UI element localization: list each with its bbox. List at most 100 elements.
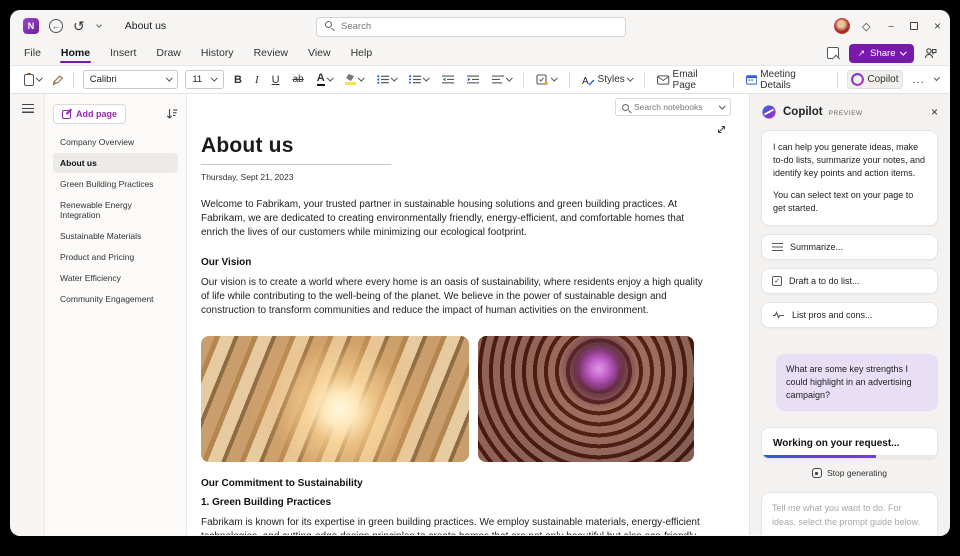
progress-fill	[762, 455, 876, 458]
copilot-intro-card: I can help you generate ideas, make to-d…	[761, 130, 938, 226]
menu-home[interactable]: Home	[60, 44, 91, 62]
vision-paragraph: Our vision is to create a world where ev…	[201, 276, 706, 319]
search-icon	[325, 21, 332, 28]
close-window-button[interactable]: ×	[934, 19, 941, 33]
page-item[interactable]: Product and Pricing	[53, 247, 178, 267]
copilot-input-card[interactable]: Tell me what you want to do. For ideas, …	[761, 492, 938, 536]
calendar-icon	[746, 74, 757, 85]
page-item[interactable]: Company Overview	[53, 132, 178, 152]
font-family-select[interactable]: Calibri	[83, 70, 179, 89]
search-input[interactable]	[316, 17, 626, 37]
working-status-card: Working on your request...	[761, 427, 938, 459]
close-copilot-icon[interactable]: ×	[931, 105, 938, 119]
sticky-note-icon[interactable]	[827, 47, 839, 59]
page-item-active[interactable]: About us	[53, 153, 178, 173]
premium-diamond-icon[interactable]: ◇	[862, 20, 870, 33]
menu-review[interactable]: Review	[253, 44, 289, 62]
paste-button[interactable]	[21, 72, 45, 88]
undo-icon[interactable]: ↺	[73, 18, 85, 35]
expand-page-icon[interactable]	[716, 124, 727, 135]
spiral-atrium-photo	[478, 336, 694, 462]
underline-button[interactable]: U	[269, 72, 283, 88]
email-page-button[interactable]: Email Page	[654, 67, 724, 93]
window-title: About us	[125, 20, 166, 32]
feedback-icon[interactable]	[924, 47, 937, 60]
working-status-text: Working on your request...	[773, 438, 926, 449]
chevron-down-icon	[900, 48, 906, 54]
page-editor[interactable]: About us Thursday, Sept 21, 2023 Welcome…	[187, 94, 749, 535]
chevron-down-icon	[719, 102, 725, 108]
copilot-ribbon-button[interactable]: Copilot	[847, 70, 902, 89]
summarize-icon	[772, 243, 783, 251]
page-list-sidebar: Add page Company Overview About us Green…	[45, 94, 187, 535]
intro-paragraph: Welcome to Fabrikam, your trusted partne…	[201, 198, 706, 241]
copilot-title: Copilot	[783, 106, 823, 118]
tag-button[interactable]	[533, 72, 560, 88]
titlebar: N ← ↺ About us ◇ – ×	[11, 11, 949, 41]
menu-file[interactable]: File	[23, 44, 42, 62]
page-item[interactable]: Renewable Energy Integration	[53, 195, 178, 225]
italic-button[interactable]: I	[252, 72, 262, 88]
commitment-paragraph: Fabrikam is known for its expertise in g…	[201, 516, 706, 535]
copilot-panel: Copilot PREVIEW × I can help you generat…	[749, 94, 949, 535]
menu-bar: File Home Insert Draw History Review Vie…	[11, 41, 949, 65]
page-item[interactable]: Water Efficiency	[53, 268, 178, 288]
bold-button[interactable]: B	[231, 72, 245, 88]
draft-todo-button[interactable]: ✓ Draft a to do list...	[761, 268, 938, 294]
menu-view[interactable]: View	[307, 44, 332, 62]
commitment-subheading: 1. Green Building Practices	[201, 497, 749, 508]
bullet-list-button[interactable]	[374, 73, 400, 86]
styles-button[interactable]: A Styles	[579, 72, 636, 88]
ribbon-overflow-button[interactable]: ...	[910, 72, 928, 88]
alignment-icon	[492, 75, 504, 84]
maximize-button[interactable]	[910, 22, 918, 30]
add-page-button[interactable]: Add page	[53, 104, 126, 124]
copilot-icon	[851, 73, 864, 86]
menu-draw[interactable]: Draw	[155, 44, 182, 62]
highlighter-button[interactable]	[342, 72, 367, 87]
share-button[interactable]: ↗ Share	[849, 44, 914, 63]
hamburger-menu-icon[interactable]	[22, 104, 34, 113]
notebook-search[interactable]	[615, 98, 731, 116]
minimize-button[interactable]: –	[888, 21, 894, 32]
svg-text:A: A	[582, 76, 589, 86]
numbered-list-icon	[409, 75, 421, 84]
envelope-icon	[657, 75, 669, 85]
add-page-icon	[62, 110, 71, 119]
page-item[interactable]: Sustainable Materials	[53, 226, 178, 246]
global-search[interactable]	[316, 16, 626, 36]
copilot-logo-icon	[761, 104, 777, 120]
copilot-input-placeholder: Tell me what you want to do. For ideas, …	[772, 502, 927, 529]
stop-generating-button[interactable]: Stop generating	[761, 468, 938, 478]
onenote-window: N ← ↺ About us ◇ – × File Home Insert Dr…	[10, 10, 950, 536]
share-icon: ↗	[858, 48, 866, 59]
numbered-list-button[interactable]	[406, 73, 432, 86]
undo-dropdown-icon[interactable]	[96, 22, 102, 28]
page-item[interactable]: Community Engagement	[53, 289, 178, 309]
collapse-ribbon-icon[interactable]	[934, 75, 940, 81]
menu-history[interactable]: History	[200, 44, 235, 62]
menu-insert[interactable]: Insert	[109, 44, 137, 62]
font-color-button[interactable]: A	[314, 71, 335, 88]
summarize-button[interactable]: Summarize...	[761, 234, 938, 260]
decrease-indent-button[interactable]	[439, 73, 457, 86]
back-icon[interactable]: ←	[49, 19, 63, 33]
format-painter-icon[interactable]	[52, 74, 64, 86]
search-icon	[622, 104, 629, 111]
left-rail	[11, 94, 45, 535]
meeting-details-button[interactable]: Meeting Details	[743, 67, 829, 93]
vision-heading: Our Vision	[201, 257, 749, 268]
font-size-select[interactable]: 11	[185, 70, 224, 89]
alignment-button[interactable]	[489, 73, 515, 86]
pros-cons-button[interactable]: List pros and cons...	[761, 302, 938, 328]
avatar[interactable]	[834, 18, 850, 34]
increase-indent-button[interactable]	[464, 73, 482, 86]
sort-pages-icon[interactable]	[166, 108, 178, 120]
notebook-search-input[interactable]	[634, 102, 715, 112]
title-divider	[201, 164, 391, 165]
pros-cons-icon	[772, 311, 785, 319]
strikethrough-button[interactable]: ab	[290, 72, 307, 87]
menu-help[interactable]: Help	[350, 44, 374, 62]
page-item[interactable]: Green Building Practices	[53, 174, 178, 194]
page-title: About us	[201, 134, 749, 158]
